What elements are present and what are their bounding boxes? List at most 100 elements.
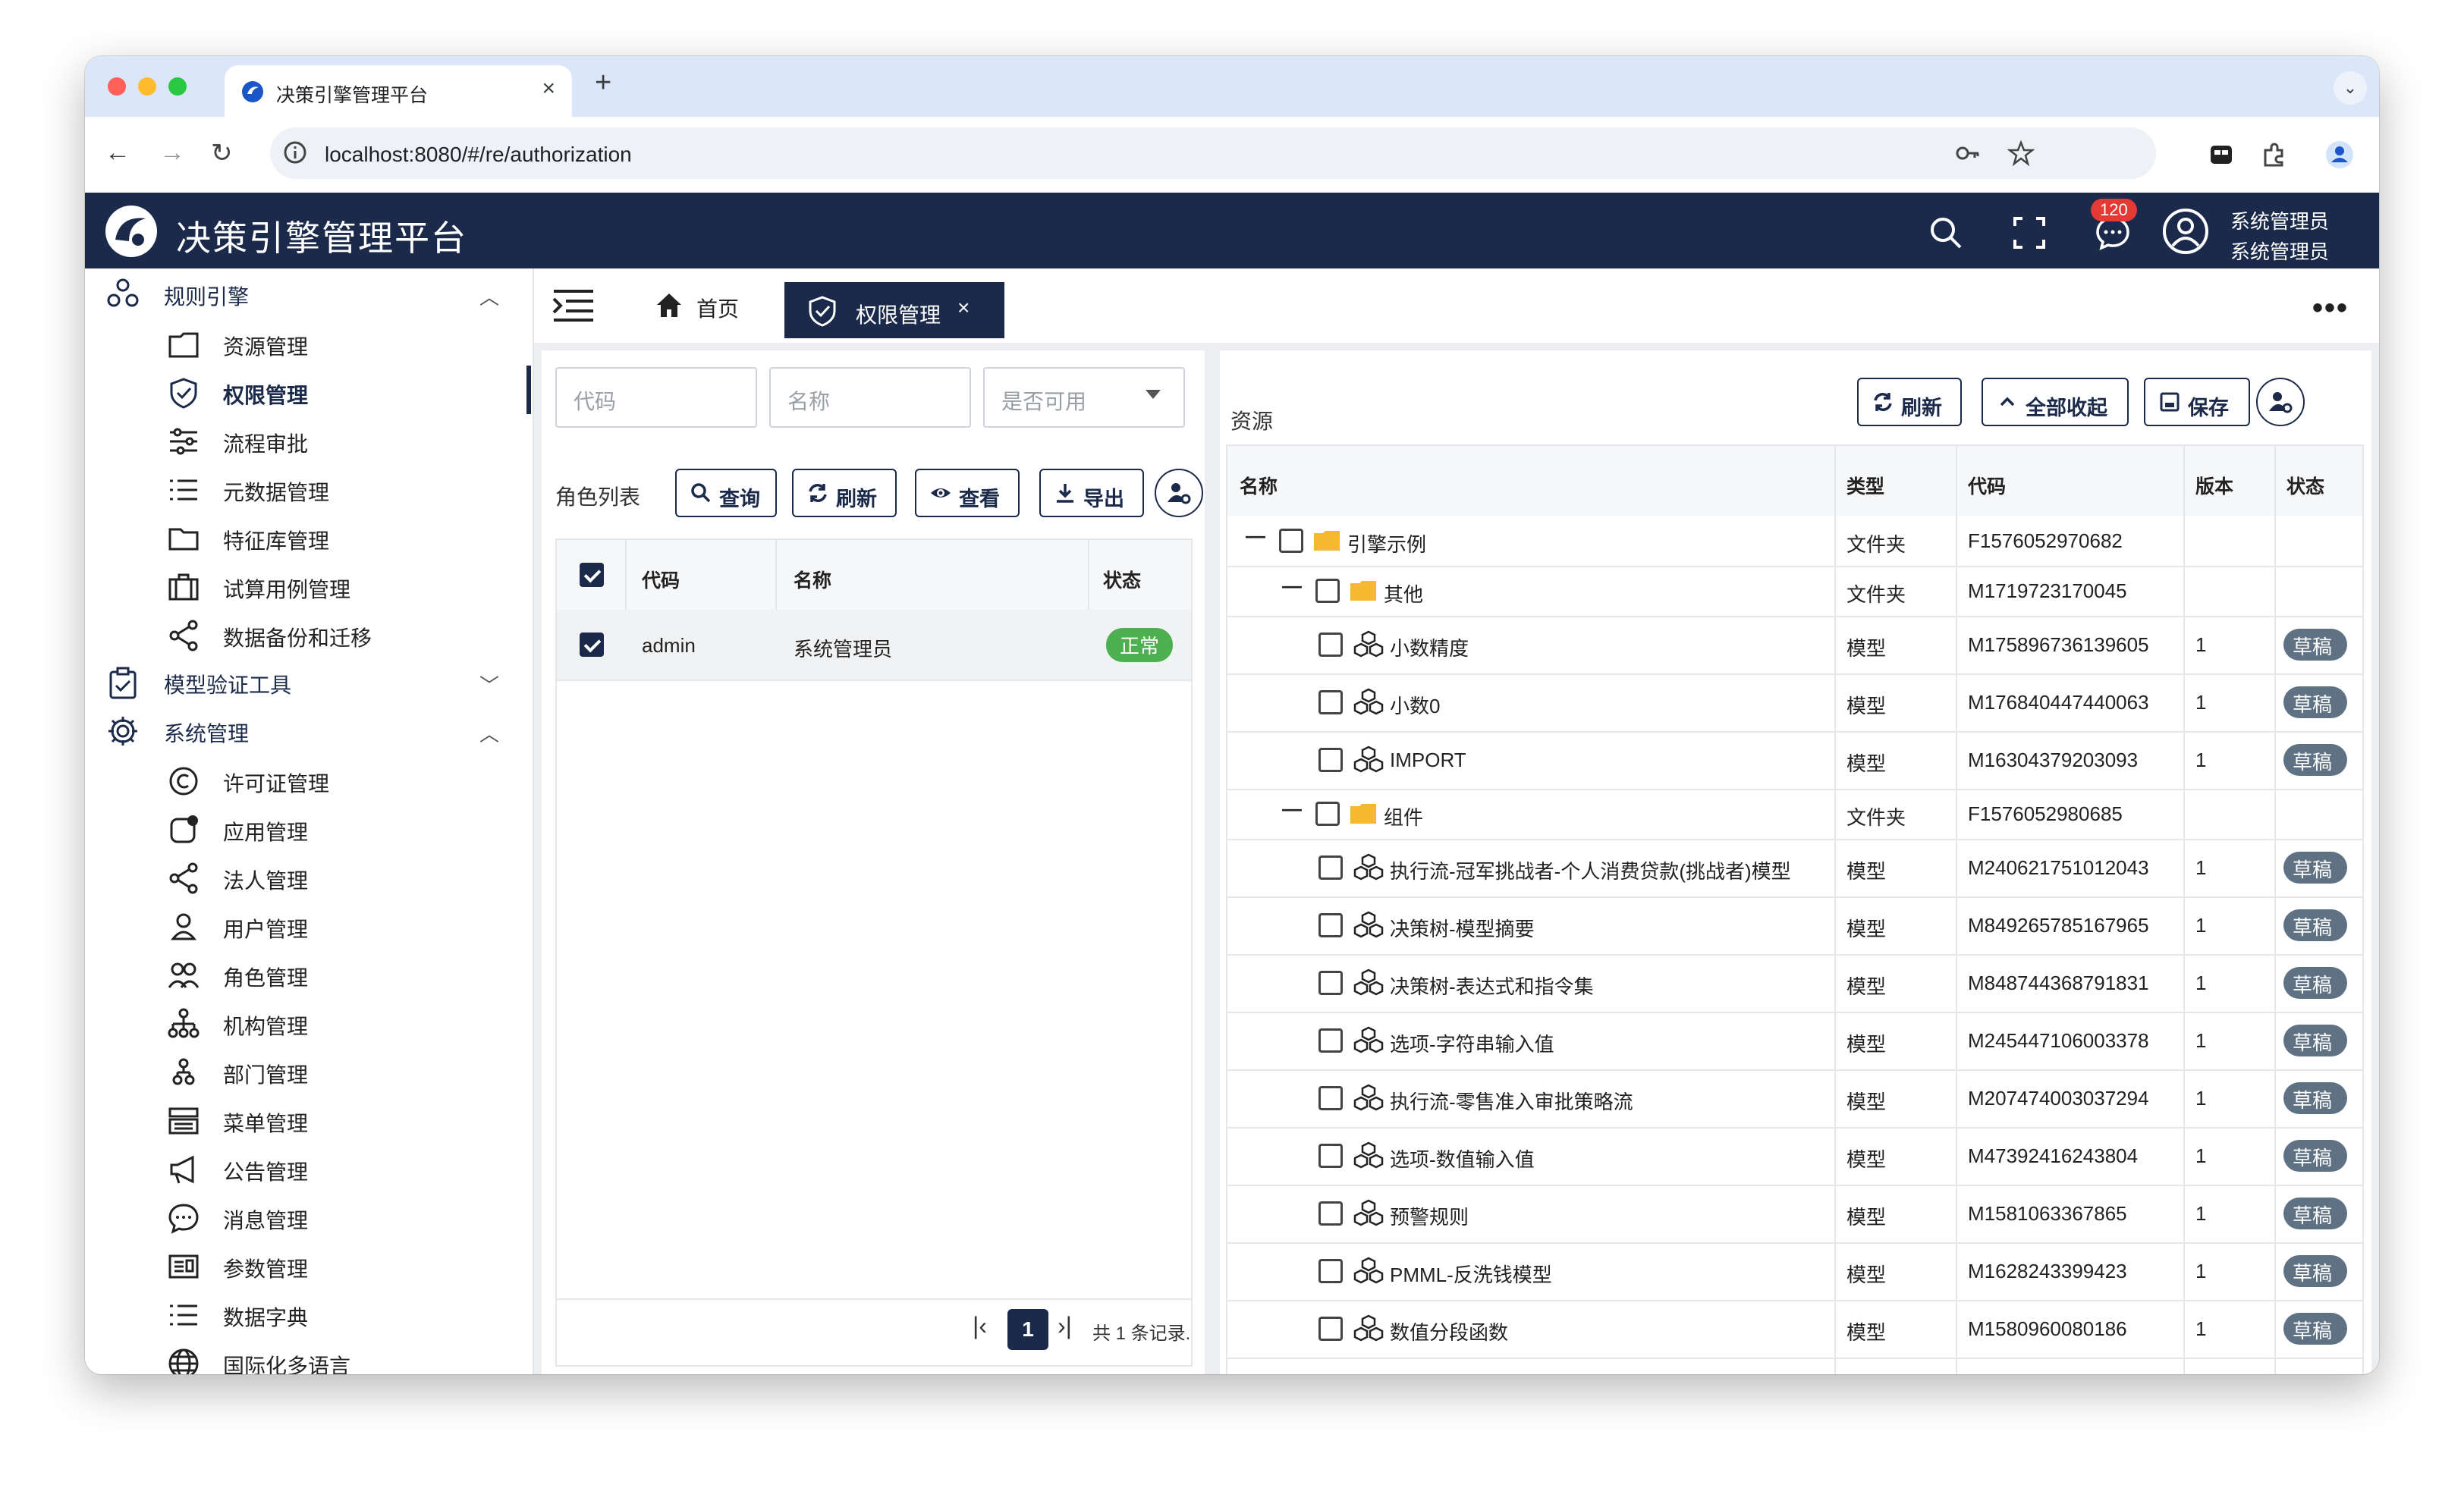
tree-row[interactable]: 小数精度 模型 M175896736139605 1 草稿 bbox=[1227, 616, 2362, 673]
user-info[interactable]: 系统管理员 系统管理员 bbox=[2230, 206, 2329, 267]
collapse-all-button[interactable]: 全部收起 bbox=[1982, 378, 2129, 426]
row-checkbox[interactable] bbox=[1318, 1201, 1343, 1226]
more-options-icon[interactable]: ••• bbox=[2312, 291, 2349, 325]
tree-row[interactable]: — 组件 文件夹 F1576052980685 bbox=[1227, 789, 2362, 839]
tree-row[interactable]: 决策树-表达式和指令集 模型 M848744368791831 1 草稿 bbox=[1227, 954, 2362, 1012]
browser-menu-icon[interactable]: ⋮ bbox=[2370, 138, 2379, 165]
url-text[interactable]: localhost:8080/#/re/authorization bbox=[325, 143, 632, 167]
sidebar-item-menu[interactable]: 菜单管理 bbox=[85, 1094, 531, 1142]
sidebar-item-parameter[interactable]: 参数管理 bbox=[85, 1239, 531, 1288]
collapse-toggle-icon[interactable]: — bbox=[1282, 797, 1302, 821]
sidebar-item-application[interactable]: 应用管理 bbox=[85, 802, 531, 851]
role-settings-button[interactable] bbox=[1155, 469, 1203, 517]
tree-row[interactable]: 决策树-模型摘要 模型 M849265785167965 1 草稿 bbox=[1227, 896, 2362, 954]
tree-row[interactable]: PMML-反洗钱模型 模型 M1628243399423 1 草稿 bbox=[1227, 1242, 2362, 1300]
sidebar-item-legal-entity[interactable]: 法人管理 bbox=[85, 851, 531, 899]
bookmark-star-icon[interactable] bbox=[2007, 140, 2035, 167]
row-checkbox[interactable] bbox=[1318, 971, 1343, 995]
sidebar-item-backup[interactable]: 数据备份和迁移 bbox=[85, 608, 531, 657]
tree-row[interactable]: — 其他 文件夹 M1719723170045 bbox=[1227, 566, 2362, 616]
resource-settings-button[interactable] bbox=[2256, 378, 2305, 426]
sidebar-group-rule-engine[interactable]: 规则引擎 ︿ bbox=[85, 268, 531, 317]
sidebar-item-permission[interactable]: 权限管理 bbox=[85, 366, 531, 414]
user-avatar-icon[interactable] bbox=[2162, 208, 2209, 255]
close-window-button[interactable] bbox=[108, 77, 126, 96]
tree-row[interactable]: 数值分段函数 模型 M1580960080186 1 草稿 bbox=[1227, 1300, 2362, 1358]
sidebar-item-resource[interactable]: 资源管理 bbox=[85, 317, 531, 366]
select-all-checkbox[interactable] bbox=[580, 563, 604, 587]
tree-row[interactable]: 选项-数值输入值 模型 M47392416243804 1 草稿 bbox=[1227, 1127, 2362, 1185]
password-key-icon[interactable] bbox=[1954, 140, 1982, 167]
maximize-window-button[interactable] bbox=[168, 77, 187, 96]
last-page-icon[interactable]: ›| bbox=[1058, 1312, 1072, 1340]
extension-app-icon[interactable] bbox=[2206, 140, 2236, 170]
back-arrow-icon[interactable]: ← bbox=[105, 138, 130, 168]
sidebar-item-license[interactable]: 许可证管理 bbox=[85, 754, 531, 802]
fullscreen-icon[interactable] bbox=[2010, 214, 2048, 252]
sidebar-group-model-validation[interactable]: 模型验证工具 ﹀ bbox=[85, 657, 531, 705]
sidebar-item-organization[interactable]: 机构管理 bbox=[85, 997, 531, 1045]
sidebar-group-system[interactable]: 系统管理 ︿ bbox=[85, 705, 531, 754]
row-checkbox[interactable] bbox=[580, 633, 604, 657]
first-page-icon[interactable]: |‹ bbox=[973, 1312, 987, 1340]
row-checkbox[interactable] bbox=[1279, 529, 1303, 553]
tree-row[interactable]: 小数0 模型 M176840447440063 1 草稿 bbox=[1227, 673, 2362, 731]
sidebar-item-announcement[interactable]: 公告管理 bbox=[85, 1142, 531, 1191]
address-bar[interactable]: localhost:8080/#/re/authorization bbox=[270, 127, 2156, 179]
collapse-toggle-icon[interactable]: — bbox=[1282, 574, 1302, 598]
sidebar-item-i18n[interactable]: 国际化多语言 bbox=[85, 1336, 531, 1374]
sidebar-item-metadata[interactable]: 元数据管理 bbox=[85, 463, 531, 511]
code-search-input[interactable]: 代码 bbox=[555, 367, 757, 428]
menu-toggle-icon[interactable] bbox=[552, 288, 595, 323]
row-checkbox[interactable] bbox=[1318, 690, 1343, 714]
row-checkbox[interactable] bbox=[1318, 1259, 1343, 1283]
sidebar-item-user[interactable]: 用户管理 bbox=[85, 899, 531, 948]
sidebar-item-test-cases[interactable]: 试算用例管理 bbox=[85, 560, 531, 608]
query-button[interactable]: 查询 bbox=[675, 469, 777, 517]
enabled-select[interactable]: 是否可用 bbox=[983, 367, 1185, 428]
row-checkbox[interactable] bbox=[1318, 913, 1343, 937]
new-tab-button[interactable]: + bbox=[595, 67, 611, 99]
forward-arrow-icon[interactable]: → bbox=[159, 138, 185, 168]
row-checkbox[interactable] bbox=[1318, 1028, 1343, 1053]
row-checkbox[interactable] bbox=[1318, 1317, 1343, 1341]
profile-avatar-icon[interactable] bbox=[2324, 140, 2355, 170]
reload-icon[interactable]: ↻ bbox=[211, 138, 233, 168]
tree-row[interactable]: 执行流-冠军挑战者-个人消费贷款(挑战者)模型 模型 M24062175101204… bbox=[1227, 839, 2362, 896]
minimize-window-button[interactable] bbox=[138, 77, 156, 96]
sidebar-item-message[interactable]: 消息管理 bbox=[85, 1191, 531, 1239]
name-search-input[interactable]: 名称 bbox=[769, 367, 971, 428]
tree-row[interactable]: 选项-字符串输入值 模型 M245447106003378 1 草稿 bbox=[1227, 1012, 2362, 1069]
table-row[interactable]: admin 系统管理员 正常 bbox=[557, 610, 1191, 680]
sidebar-item-feature-library[interactable]: 特征库管理 bbox=[85, 511, 531, 560]
row-checkbox[interactable] bbox=[1318, 1086, 1343, 1110]
row-checkbox[interactable] bbox=[1318, 1144, 1343, 1168]
tree-row[interactable]: 执行流-零售准入审批策略流 模型 M207474003037294 1 草稿 bbox=[1227, 1069, 2362, 1127]
sidebar-item-department[interactable]: 部门管理 bbox=[85, 1045, 531, 1094]
row-checkbox[interactable] bbox=[1318, 855, 1343, 880]
row-checkbox[interactable] bbox=[1315, 579, 1340, 603]
sidebar-item-role[interactable]: 角色管理 bbox=[85, 948, 531, 997]
tab-search-chevron-icon[interactable]: ⌄ bbox=[2334, 71, 2367, 105]
resource-refresh-button[interactable]: 刷新 bbox=[1857, 378, 1962, 426]
extensions-puzzle-icon[interactable] bbox=[2259, 140, 2290, 170]
collapse-toggle-icon[interactable]: — bbox=[1246, 524, 1265, 548]
refresh-button[interactable]: 刷新 bbox=[792, 469, 897, 517]
site-info-icon[interactable] bbox=[282, 140, 308, 165]
search-icon[interactable] bbox=[1927, 214, 1965, 252]
browser-tab[interactable]: 决策引擎管理平台 × bbox=[225, 65, 572, 117]
export-button[interactable]: 导出 bbox=[1039, 469, 1144, 517]
row-checkbox[interactable] bbox=[1315, 802, 1340, 826]
row-checkbox[interactable] bbox=[1318, 748, 1343, 772]
tree-row[interactable]: IMPORT 模型 M16304379203093 1 草稿 bbox=[1227, 731, 2362, 789]
row-checkbox[interactable] bbox=[1318, 633, 1343, 657]
tab-permission[interactable]: 权限管理 × bbox=[784, 282, 1004, 338]
sidebar-item-dictionary[interactable]: 数据字典 bbox=[85, 1288, 531, 1336]
tree-row[interactable]: — 引擎示例 文件夹 F1576052970682 bbox=[1227, 516, 2362, 566]
tree-row[interactable]: 预警规则 模型 M1581063367865 1 草稿 bbox=[1227, 1185, 2362, 1242]
view-button[interactable]: 查看 bbox=[915, 469, 1020, 517]
save-button[interactable]: 保存 bbox=[2144, 378, 2250, 426]
sidebar-item-approval[interactable]: 流程审批 bbox=[85, 414, 531, 463]
close-tab-icon[interactable]: × bbox=[957, 296, 970, 320]
close-tab-icon[interactable]: × bbox=[542, 76, 555, 102]
